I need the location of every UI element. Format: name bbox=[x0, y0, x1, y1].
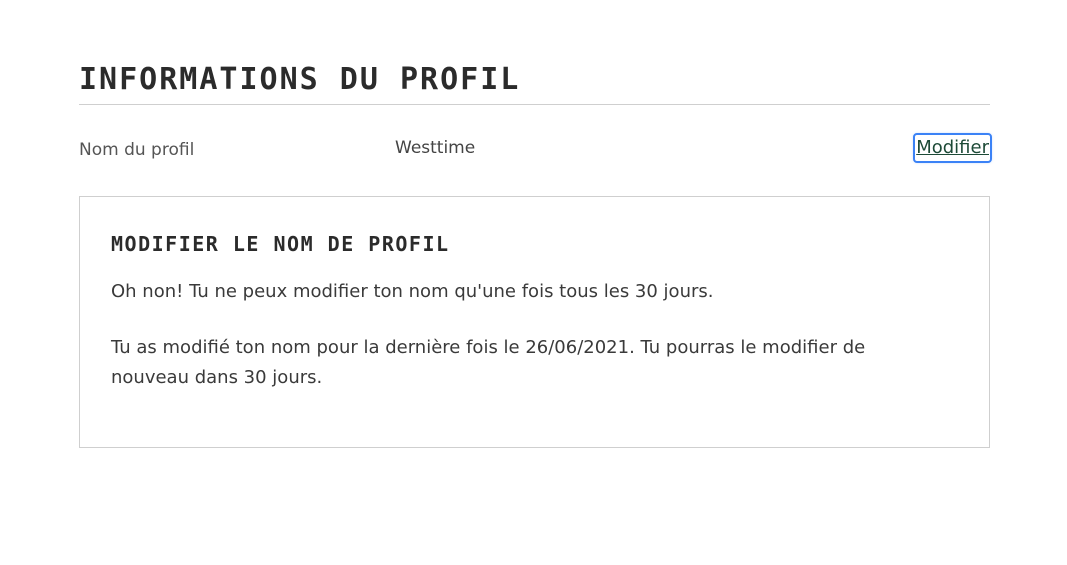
notice-message-limit: Oh non! Tu ne peux modifier ton nom qu'u… bbox=[111, 281, 714, 302]
page-title: INFORMATIONS DU PROFIL bbox=[79, 62, 521, 97]
profile-name-value: Westtime bbox=[395, 138, 476, 158]
profile-name-row: Nom du profil Westtime Modifier bbox=[79, 133, 992, 168]
edit-profile-name-link[interactable]: Modifier bbox=[913, 133, 992, 163]
profile-name-label: Nom du profil bbox=[79, 140, 195, 160]
notice-message-last-change: Tu as modifié ton nom pour la dernière f… bbox=[111, 337, 866, 388]
title-divider bbox=[79, 104, 990, 105]
notice-title: MODIFIER LE NOM DE PROFIL bbox=[111, 232, 450, 256]
change-name-notice-panel: MODIFIER LE NOM DE PROFIL Oh non! Tu ne … bbox=[79, 196, 990, 448]
